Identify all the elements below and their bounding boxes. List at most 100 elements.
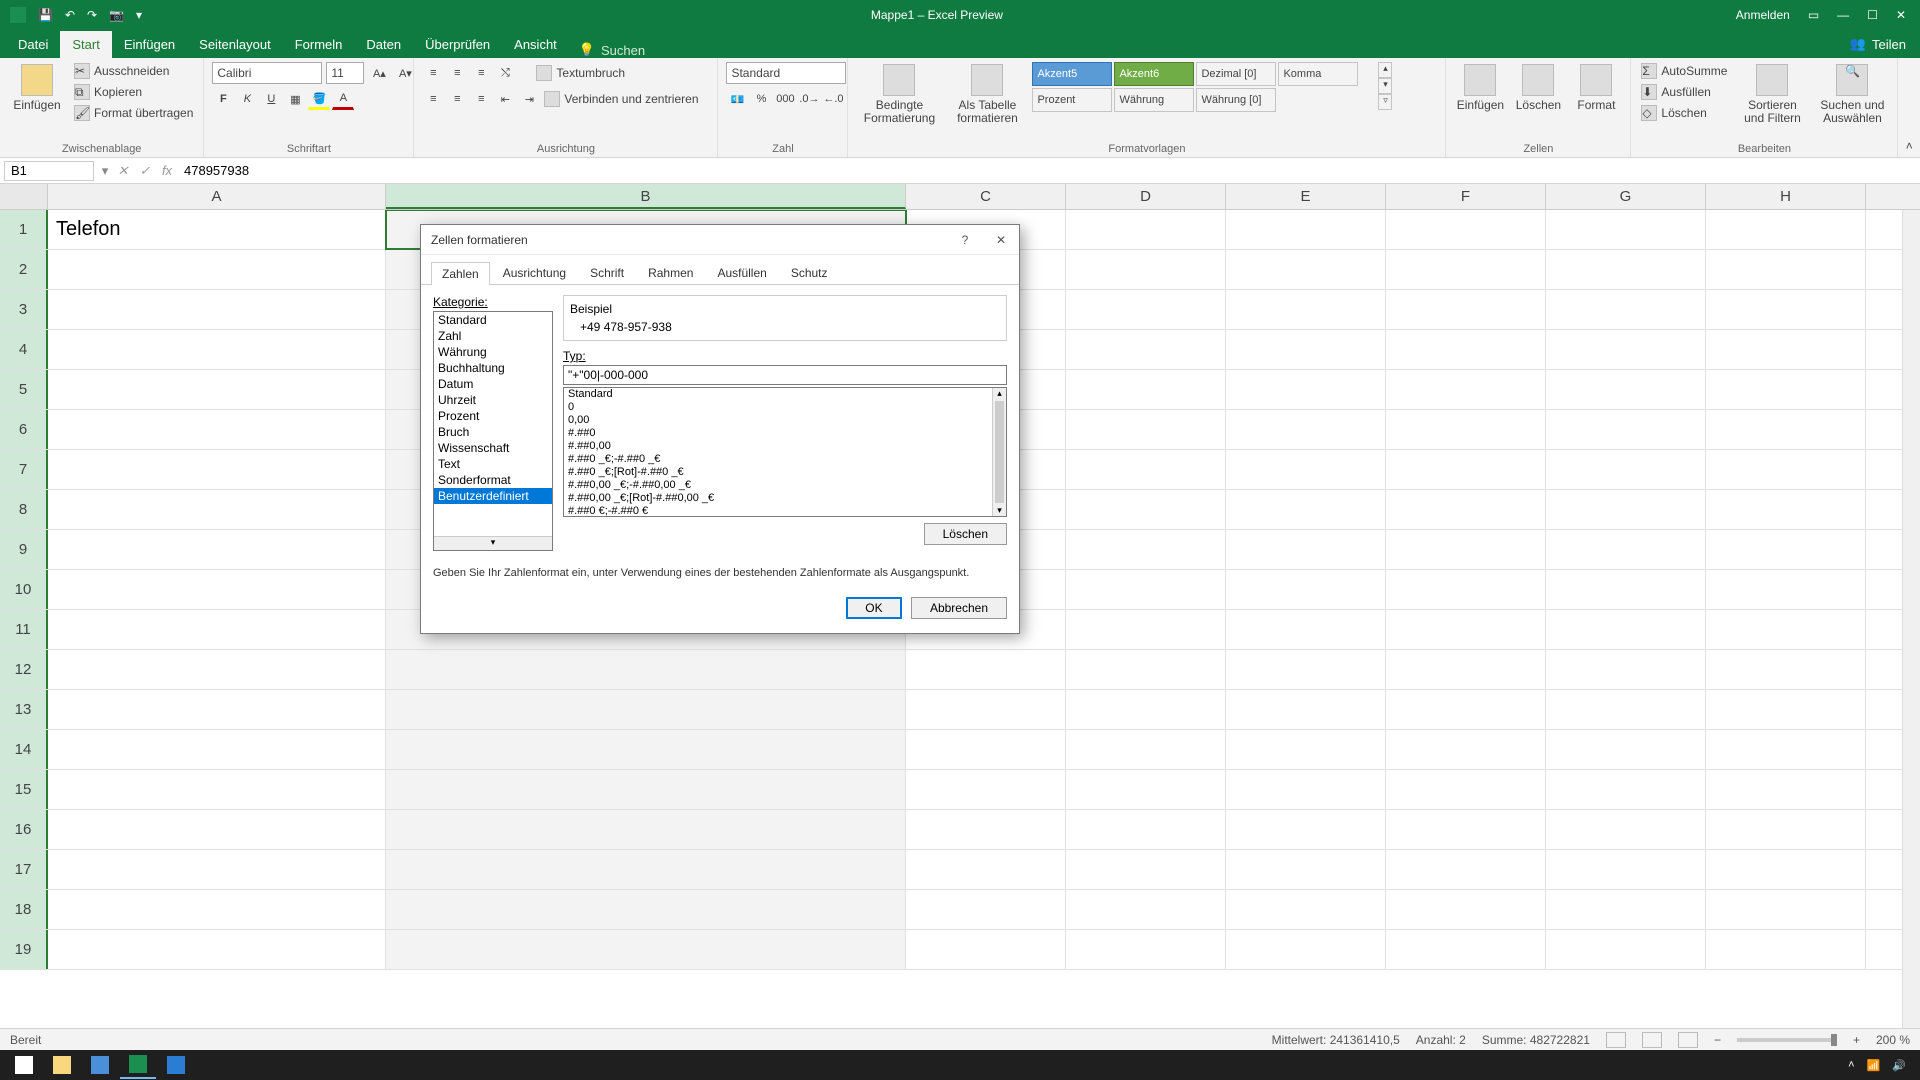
cell-C14[interactable]	[906, 730, 1066, 769]
cell-G11[interactable]	[1546, 610, 1706, 649]
cell-C18[interactable]	[906, 890, 1066, 929]
cell-G16[interactable]	[1546, 810, 1706, 849]
vertical-scrollbar[interactable]	[1902, 210, 1920, 1040]
cell-E7[interactable]	[1226, 450, 1386, 489]
category-item[interactable]: Uhrzeit	[434, 392, 552, 408]
paste-button[interactable]: Einfügen	[8, 62, 66, 114]
save-icon[interactable]: 💾	[38, 8, 53, 22]
row-header-4[interactable]: 4	[0, 330, 48, 369]
cell-H6[interactable]	[1706, 410, 1866, 449]
col-header-A[interactable]: A	[48, 184, 386, 209]
cell-E14[interactable]	[1226, 730, 1386, 769]
cell-E17[interactable]	[1226, 850, 1386, 889]
category-item[interactable]: Standard	[434, 312, 552, 328]
cell-H19[interactable]	[1706, 930, 1866, 969]
style-prozent[interactable]: Prozent	[1032, 88, 1112, 112]
italic-button[interactable]: K	[236, 88, 258, 110]
row-header-8[interactable]: 8	[0, 490, 48, 529]
redo-icon[interactable]: ↷	[87, 8, 97, 22]
cell-H12[interactable]	[1706, 650, 1866, 689]
dialog-tab-schutz[interactable]: Schutz	[780, 261, 839, 284]
cell-D16[interactable]	[1066, 810, 1226, 849]
cell-H7[interactable]	[1706, 450, 1866, 489]
row-header-2[interactable]: 2	[0, 250, 48, 289]
cell-E1[interactable]	[1226, 210, 1386, 249]
gallery-scroll[interactable]: ▴▾▿	[1378, 62, 1392, 110]
dialog-close-button[interactable]: ✕	[983, 226, 1019, 254]
view-normal-button[interactable]	[1606, 1032, 1626, 1048]
style-waehrung0[interactable]: Währung [0]	[1196, 88, 1276, 112]
format-item[interactable]: #.##0 _€;[Rot]-#.##0 _€	[564, 466, 1006, 479]
collapse-ribbon-button[interactable]: ˄	[1898, 58, 1920, 157]
cell-D12[interactable]	[1066, 650, 1226, 689]
row-header-7[interactable]: 7	[0, 450, 48, 489]
delete-format-button[interactable]: Löschen	[924, 523, 1007, 545]
zoom-in-button[interactable]: +	[1853, 1033, 1860, 1047]
cell-H1[interactable]	[1706, 210, 1866, 249]
decrease-indent-button[interactable]: ⇤	[494, 88, 516, 110]
cell-A10[interactable]	[48, 570, 386, 609]
share-button[interactable]: 👥 Teilen	[1836, 30, 1920, 58]
fill-button[interactable]: ⬇Ausfüllen	[1639, 83, 1729, 101]
cell-H18[interactable]	[1706, 890, 1866, 929]
percent-button[interactable]: %	[750, 88, 772, 110]
dialog-title-bar[interactable]: Zellen formatieren ? ✕	[421, 225, 1019, 255]
sort-filter-button[interactable]: Sortieren und Filtern	[1735, 62, 1809, 127]
format-item[interactable]: #.##0,00 _€;[Rot]-#.##0,00 _€	[564, 492, 1006, 505]
taskbar-explorer[interactable]	[44, 1051, 80, 1079]
tab-formeln[interactable]: Formeln	[283, 31, 355, 58]
align-top-button[interactable]: ≡	[422, 62, 444, 84]
tab-datei[interactable]: Datei	[6, 31, 60, 58]
cell-B17[interactable]	[386, 850, 906, 889]
cell-C12[interactable]	[906, 650, 1066, 689]
cell-A3[interactable]	[48, 290, 386, 329]
tab-einfuegen[interactable]: Einfügen	[112, 31, 187, 58]
tell-me-search[interactable]: 💡 Suchen	[579, 42, 645, 58]
dialog-tab-ausrichtung[interactable]: Ausrichtung	[492, 261, 577, 284]
cell-E6[interactable]	[1226, 410, 1386, 449]
cell-D19[interactable]	[1066, 930, 1226, 969]
cell-A14[interactable]	[48, 730, 386, 769]
category-item[interactable]: Wissenschaft	[434, 440, 552, 456]
cell-E16[interactable]	[1226, 810, 1386, 849]
category-scroll[interactable]: ▾	[434, 536, 552, 550]
cell-A19[interactable]	[48, 930, 386, 969]
col-header-B[interactable]: B	[386, 184, 906, 209]
row-header-5[interactable]: 5	[0, 370, 48, 409]
cell-D3[interactable]	[1066, 290, 1226, 329]
tray-network-icon[interactable]: 📶	[1867, 1059, 1881, 1072]
cell-F10[interactable]	[1386, 570, 1546, 609]
tab-daten[interactable]: Daten	[354, 31, 413, 58]
cell-E4[interactable]	[1226, 330, 1386, 369]
cell-D18[interactable]	[1066, 890, 1226, 929]
grow-font-button[interactable]: A▴	[368, 62, 390, 84]
cell-D10[interactable]	[1066, 570, 1226, 609]
cell-A16[interactable]	[48, 810, 386, 849]
cell-F6[interactable]	[1386, 410, 1546, 449]
dialog-tab-ausfüllen[interactable]: Ausfüllen	[706, 261, 777, 284]
category-item[interactable]: Prozent	[434, 408, 552, 424]
dialog-tab-zahlen[interactable]: Zahlen	[431, 262, 490, 285]
inc-decimal-button[interactable]: .0→	[798, 88, 820, 110]
cell-styles-gallery[interactable]: Akzent5 Akzent6 Dezimal [0] Komma Prozen…	[1032, 62, 1372, 112]
minimize-icon[interactable]: —	[1837, 8, 1849, 22]
category-item[interactable]: Bruch	[434, 424, 552, 440]
fill-color-button[interactable]: 🪣	[308, 88, 330, 110]
cell-B13[interactable]	[386, 690, 906, 729]
category-item[interactable]: Benutzerdefiniert	[434, 488, 552, 504]
cell-C15[interactable]	[906, 770, 1066, 809]
cell-F14[interactable]	[1386, 730, 1546, 769]
format-item[interactable]: Standard	[564, 388, 1006, 401]
cell-A15[interactable]	[48, 770, 386, 809]
style-waehrung[interactable]: Währung	[1114, 88, 1194, 112]
cell-B14[interactable]	[386, 730, 906, 769]
cell-E19[interactable]	[1226, 930, 1386, 969]
tray-chevron-icon[interactable]: ˄	[1848, 1059, 1854, 1071]
ribbon-display-icon[interactable]: ▭	[1808, 8, 1819, 22]
underline-button[interactable]: U	[260, 88, 282, 110]
cell-D15[interactable]	[1066, 770, 1226, 809]
tab-seitenlayout[interactable]: Seitenlayout	[187, 31, 283, 58]
taskbar-app1[interactable]	[82, 1051, 118, 1079]
close-icon[interactable]: ✕	[1896, 8, 1906, 22]
orientation-button[interactable]: ⤭	[494, 62, 516, 84]
